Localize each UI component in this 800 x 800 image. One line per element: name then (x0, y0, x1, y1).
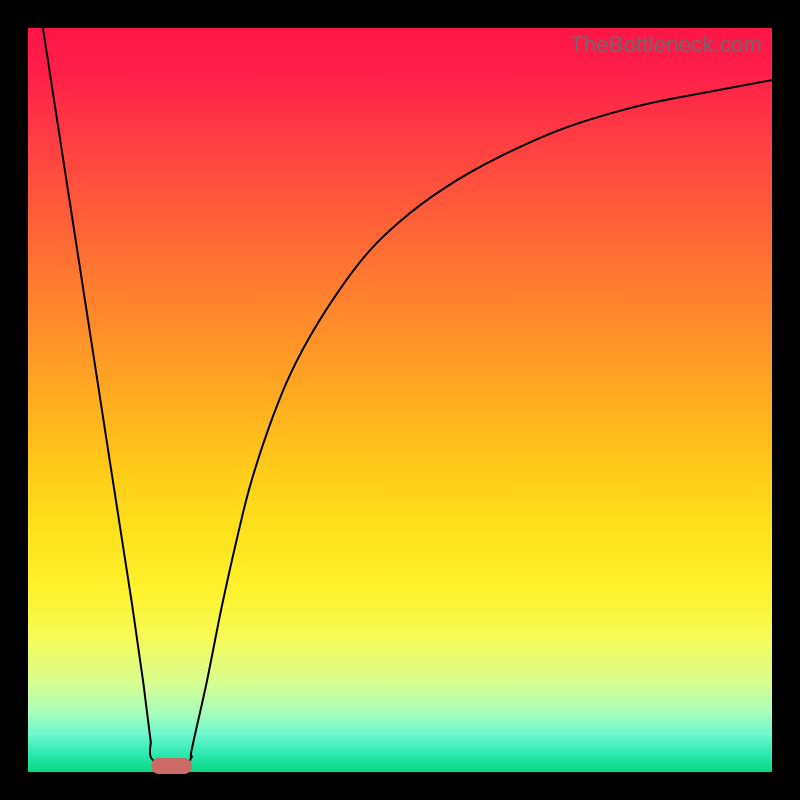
bottleneck-curve (28, 28, 772, 772)
curve-path (43, 28, 772, 768)
valley-marker (151, 758, 192, 774)
watermark-label: TheBottleneck.com (570, 32, 762, 58)
plot-area: TheBottleneck.com (28, 28, 772, 772)
chart-frame: TheBottleneck.com (0, 0, 800, 800)
